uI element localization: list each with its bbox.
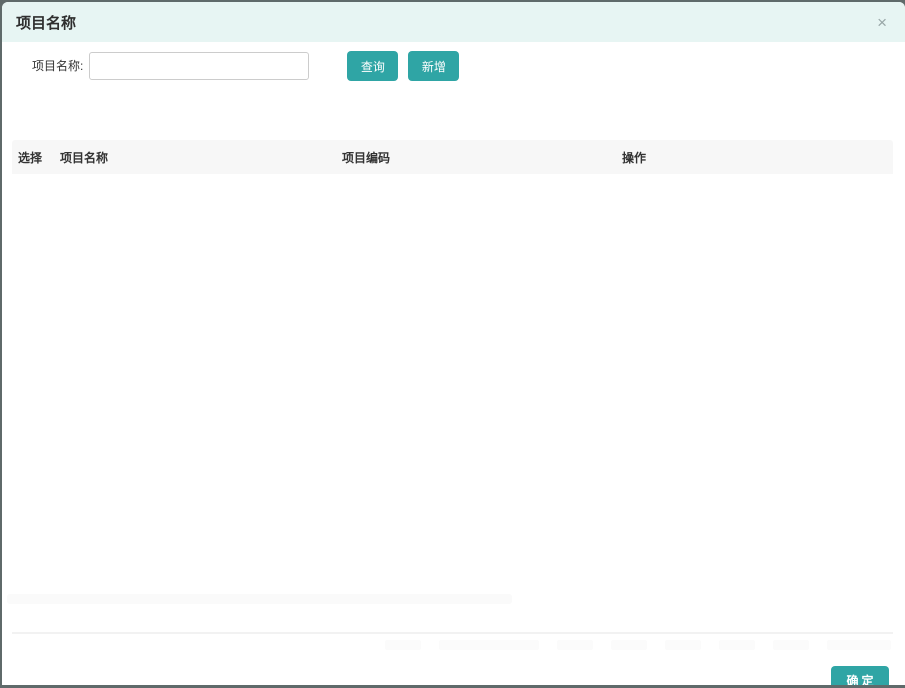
column-header-project-code: 项目编码	[336, 149, 616, 166]
close-icon[interactable]: ×	[873, 12, 891, 33]
project-name-dialog: 项目名称 × 项目名称: 查询 新增 选择 项目名称 项目编码 操作	[2, 2, 905, 685]
pagination-placeholder	[719, 640, 755, 650]
pagination-bar	[2, 634, 905, 652]
project-name-label: 项目名称:	[32, 52, 83, 80]
column-header-action: 操作	[616, 149, 893, 166]
table-header-row: 选择 项目名称 项目编码 操作	[12, 140, 893, 174]
pagination-placeholder	[773, 640, 809, 650]
project-table: 选择 项目名称 项目编码 操作	[12, 140, 893, 634]
table-body-empty	[12, 174, 893, 634]
pagination-placeholder	[439, 640, 539, 650]
pagination-placeholder	[385, 640, 421, 650]
pagination-placeholder	[665, 640, 701, 650]
column-header-select: 选择	[12, 149, 54, 166]
footer-shadow-decoration	[7, 594, 512, 604]
pagination-placeholder	[827, 640, 891, 650]
dialog-footer: 确定	[2, 652, 905, 685]
search-form-inner: 项目名称: 查询 新增	[32, 51, 459, 81]
dialog-body: 项目名称: 查询 新增 选择 项目名称 项目编码 操作	[2, 42, 905, 652]
query-button[interactable]: 查询	[347, 51, 398, 81]
dialog-header: 项目名称 ×	[2, 2, 905, 42]
pagination-placeholder	[557, 640, 593, 650]
project-name-input[interactable]	[89, 52, 309, 80]
dialog-title: 项目名称	[16, 12, 76, 33]
search-form-row: 项目名称: 查询 新增	[2, 42, 905, 119]
pagination-placeholder	[611, 640, 647, 650]
column-header-project-name: 项目名称	[54, 149, 336, 166]
confirm-button[interactable]: 确定	[831, 666, 889, 685]
add-button[interactable]: 新增	[408, 51, 459, 81]
